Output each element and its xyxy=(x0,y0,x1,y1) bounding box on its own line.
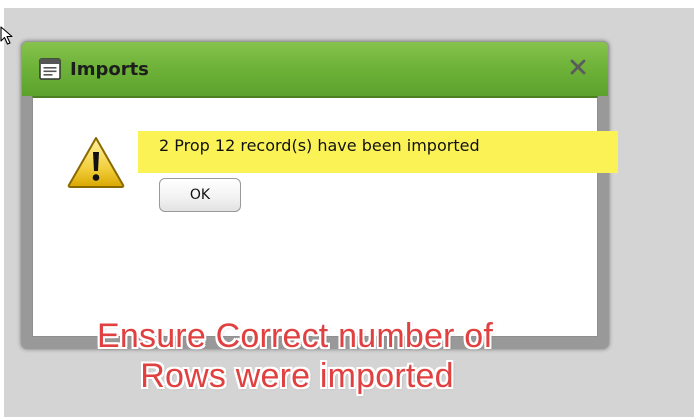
annotation-line-1: Ensure Correct number of xyxy=(97,317,493,355)
window-icon xyxy=(39,58,61,80)
screenshot: Imports 2 Prop 12 record(s) have been im… xyxy=(0,0,694,417)
dialog-title: Imports xyxy=(70,59,149,80)
close-icon[interactable] xyxy=(568,57,588,77)
mouse-pointer-icon xyxy=(0,26,13,45)
imports-dialog: Imports 2 Prop 12 record(s) have been im… xyxy=(21,41,618,349)
warning-icon xyxy=(67,137,125,188)
annotation-line-2: Rows were imported xyxy=(140,357,454,395)
dialog-titlebar[interactable]: Imports xyxy=(22,42,608,96)
ok-button[interactable]: OK xyxy=(159,178,241,212)
import-message: 2 Prop 12 record(s) have been imported xyxy=(159,136,480,155)
dialog-body: 2 Prop 12 record(s) have been imported O… xyxy=(32,96,618,337)
